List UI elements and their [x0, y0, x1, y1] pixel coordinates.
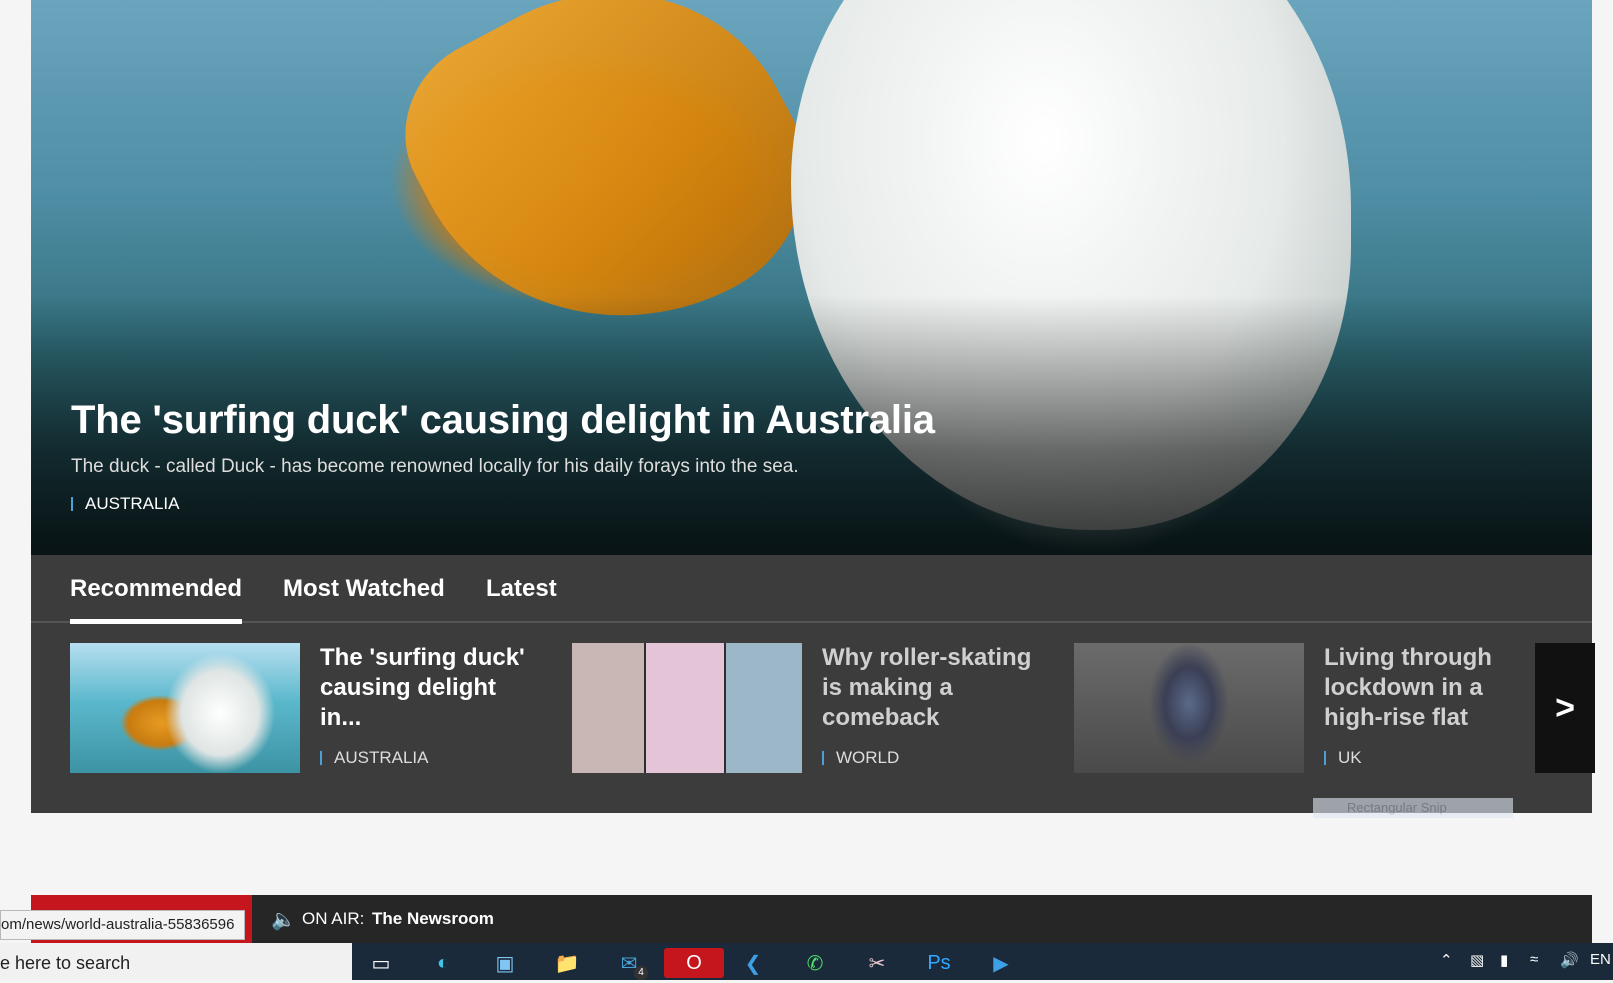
video-thumbnail[interactable]	[1074, 643, 1304, 773]
taskbar-search-input[interactable]: e here to search	[0, 943, 352, 980]
video-card-tag[interactable]: WORLD	[822, 749, 899, 766]
hero-summary: The duck - called Duck - has become reno…	[71, 456, 799, 477]
tab-bar: Recommended Most Watched Latest	[31, 555, 1592, 624]
wifi-icon[interactable]: ≈	[1530, 951, 1538, 968]
tab-recommended[interactable]: Recommended	[70, 575, 243, 624]
taskbar: e here to search ▭ ◐ ▣ 📁 ✉ 4 O ❮ ✆ ✂ Ps …	[0, 943, 1613, 980]
snip-icon[interactable]: ✂	[862, 948, 892, 978]
news-icon[interactable]: ▣	[490, 948, 520, 978]
edge-icon[interactable]: ◐	[428, 948, 458, 978]
photoshop-icon[interactable]: Ps	[924, 948, 954, 978]
video-card-title[interactable]: The 'surfing duck' causing delight in...	[320, 643, 540, 733]
on-air-label: ON AIR:	[302, 909, 365, 928]
video-card-title[interactable]: Living through lockdown in a high-rise f…	[1324, 643, 1544, 733]
language-indicator[interactable]: EN	[1590, 951, 1611, 968]
mail-badge: 4	[634, 966, 648, 980]
vscode-icon[interactable]: ❮	[738, 948, 768, 978]
battery-icon[interactable]: ▮	[1500, 951, 1508, 969]
video-thumbnail[interactable]	[70, 643, 300, 773]
on-air-bar[interactable]: 🔈 ON AIR: The Newsroom	[31, 895, 1592, 943]
opera-icon[interactable]: O	[664, 948, 724, 978]
on-air-show[interactable]: The Newsroom	[372, 909, 494, 929]
task-view-icon[interactable]: ▭	[366, 948, 396, 978]
snip-tooltip: Rectangular Snip	[1313, 798, 1513, 818]
whatsapp-icon[interactable]: ✆	[800, 948, 830, 978]
hero-story[interactable]: The 'surfing duck' causing delight in Au…	[31, 0, 1592, 555]
carousel-next-button[interactable]: >	[1535, 643, 1595, 773]
video-player-icon[interactable]: ▶	[986, 948, 1016, 978]
video-card-title[interactable]: Why roller-skating is making a comeback	[822, 643, 1042, 733]
tray-device-icon[interactable]: ▧	[1470, 951, 1484, 969]
hero-title[interactable]: The 'surfing duck' causing delight in Au…	[71, 398, 935, 443]
video-card-tag[interactable]: AUSTRALIA	[320, 749, 428, 766]
video-card-tag[interactable]: UK	[1324, 749, 1362, 766]
tray-chevron-up-icon[interactable]: ⌃	[1440, 951, 1453, 969]
video-thumbnail[interactable]	[572, 643, 802, 773]
file-explorer-icon[interactable]: 📁	[552, 948, 582, 978]
hero-tag[interactable]: AUSTRALIA	[71, 495, 179, 512]
volume-icon[interactable]: 🔊	[1560, 951, 1579, 969]
video-carousel-panel: Recommended Most Watched Latest The 'sur…	[31, 555, 1595, 813]
tab-latest[interactable]: Latest	[486, 575, 557, 603]
mail-icon[interactable]: ✉ 4	[614, 948, 648, 980]
speaker-icon[interactable]: 🔈	[271, 907, 296, 932]
status-url-tooltip: om/news/world-australia-55836596	[0, 910, 246, 940]
tab-most-watched[interactable]: Most Watched	[283, 575, 445, 603]
